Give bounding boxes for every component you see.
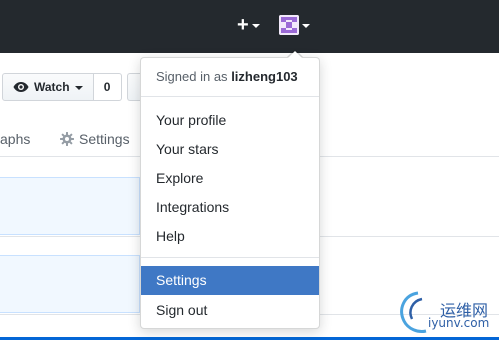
watch-button[interactable]: Watch [2, 73, 94, 101]
menu-item-explore[interactable]: Explore [141, 164, 319, 193]
dropdown-caret-fill [288, 51, 302, 58]
watch-button-group: Watch 0 [2, 73, 122, 101]
menu-divider [141, 257, 319, 258]
chevron-down-icon [302, 24, 310, 28]
content-row [0, 177, 140, 235]
chevron-down-icon [74, 86, 83, 90]
content-row [0, 255, 140, 313]
create-new-button[interactable]: + [237, 14, 260, 36]
menu-item-sign-out[interactable]: Sign out [141, 296, 319, 325]
eye-icon [13, 81, 29, 93]
tab-graphs[interactable]: aphs [0, 131, 30, 147]
user-dropdown-menu: Signed in as lizheng103 Your profile You… [140, 57, 320, 329]
top-header: + [0, 0, 499, 53]
gear-icon [60, 132, 74, 146]
menu-item-your-profile[interactable]: Your profile [141, 106, 319, 135]
signed-in-header: Signed in as lizheng103 [156, 69, 298, 84]
avatar [279, 15, 299, 35]
watch-label: Watch [34, 80, 70, 94]
user-menu-button[interactable] [279, 15, 310, 35]
menu-item-help[interactable]: Help [141, 222, 319, 251]
menu-item-settings[interactable]: Settings [141, 266, 319, 295]
watermark-url: iyunv.com [428, 316, 490, 330]
tab-settings[interactable]: Settings [60, 131, 130, 147]
plus-icon: + [237, 14, 249, 36]
menu-divider [141, 96, 319, 97]
tab-settings-label: Settings [79, 131, 130, 147]
signed-in-prefix: Signed in as [156, 69, 228, 84]
username: lizheng103 [231, 69, 298, 84]
menu-item-your-stars[interactable]: Your stars [141, 135, 319, 164]
watchers-count[interactable]: 0 [93, 73, 122, 101]
chevron-down-icon [251, 24, 260, 28]
menu-item-integrations[interactable]: Integrations [141, 193, 319, 222]
